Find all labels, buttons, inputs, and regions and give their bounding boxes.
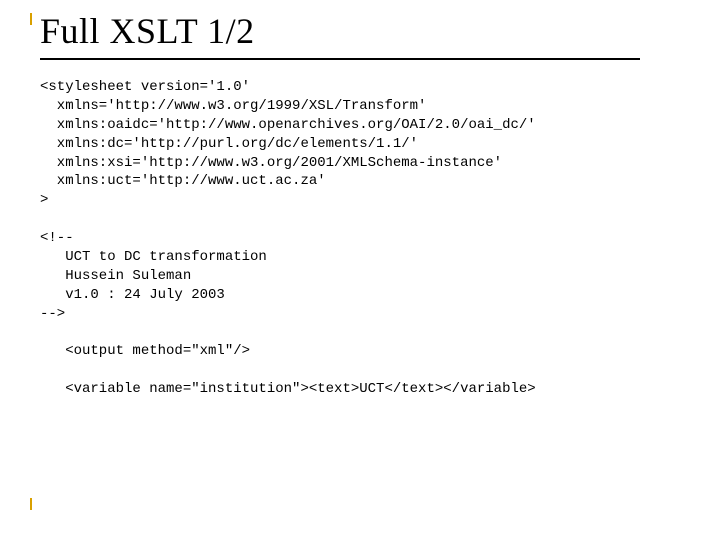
slide-title: Full XSLT 1/2 [40, 10, 680, 52]
title-underline [40, 58, 640, 60]
slide-frame: Full XSLT 1/2 <stylesheet version='1.0' … [40, 10, 680, 510]
accent-bottom [30, 498, 32, 510]
accent-top [30, 13, 32, 25]
code-block: <stylesheet version='1.0' xmlns='http://… [40, 78, 680, 399]
